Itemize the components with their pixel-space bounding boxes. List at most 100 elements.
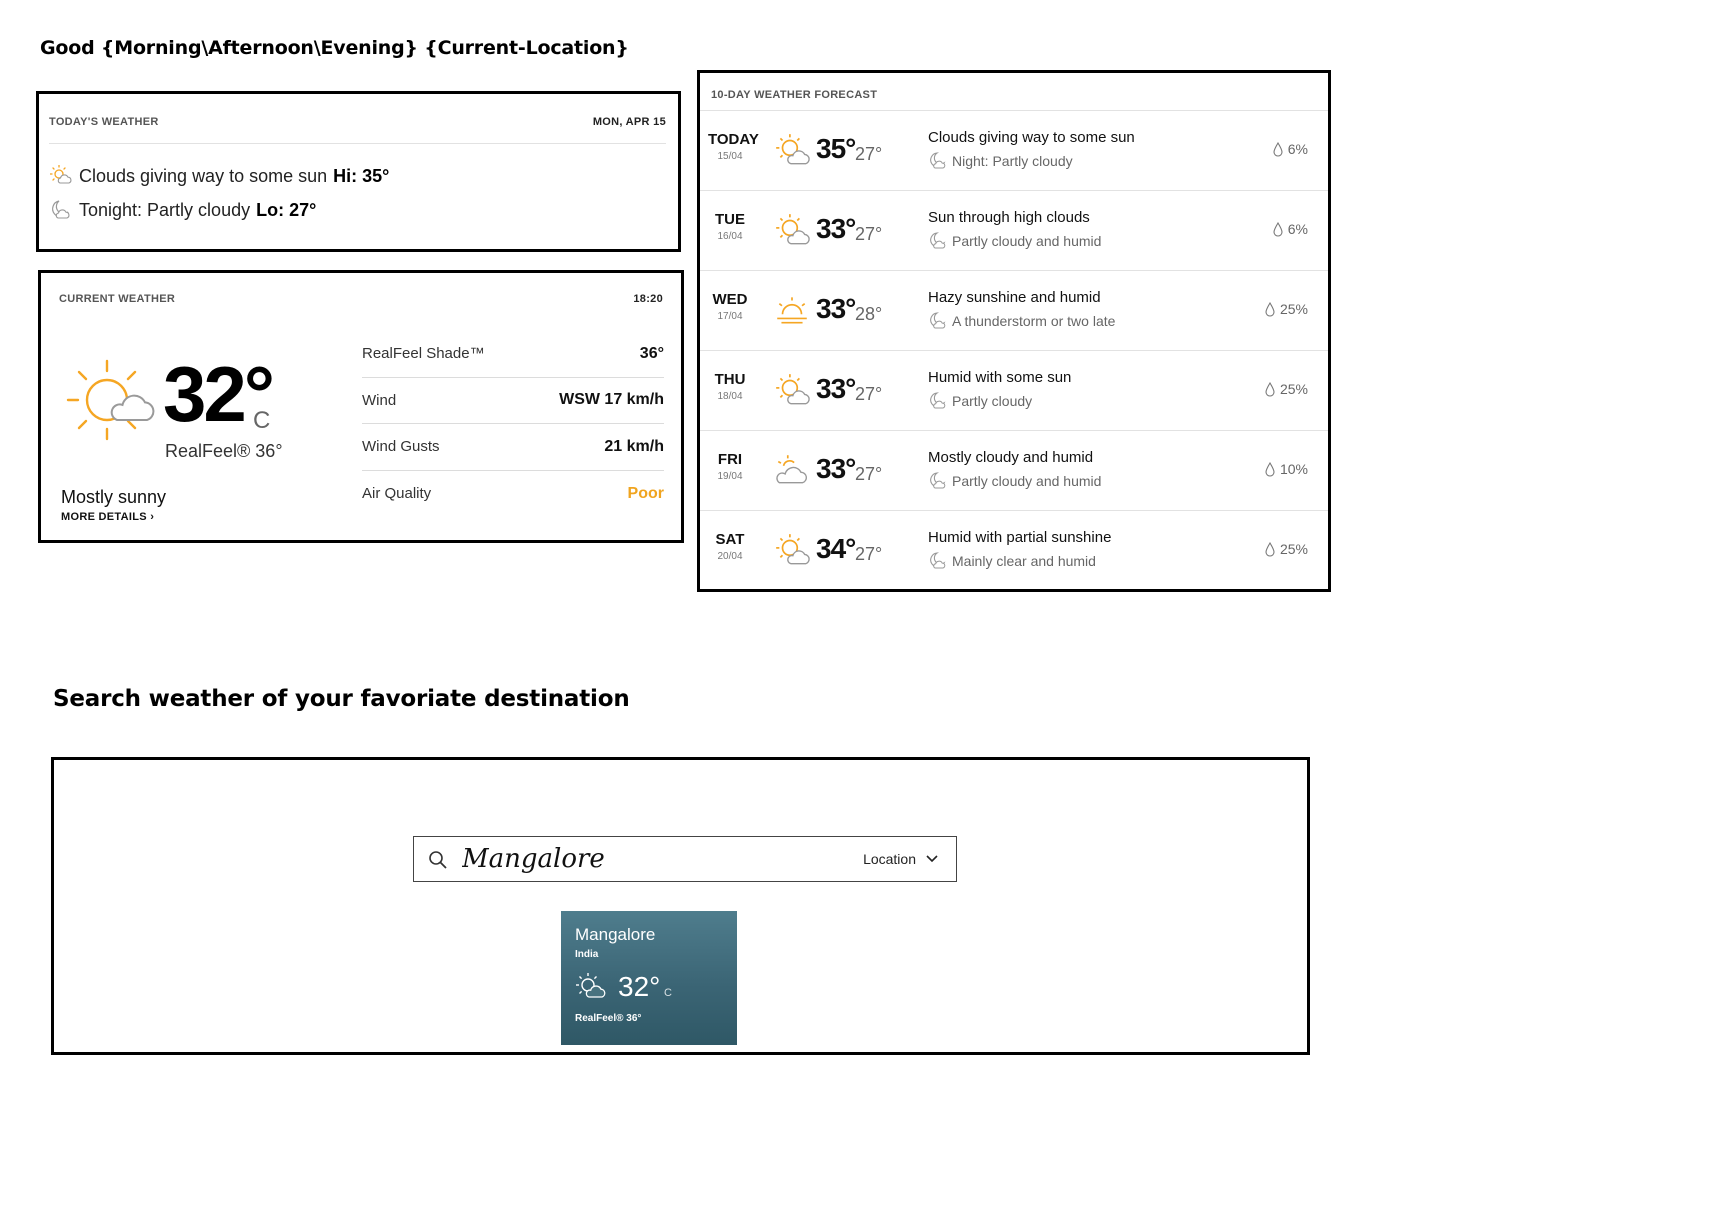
detail-label: RealFeel Shade™ [362,345,485,363]
result-realfeel: RealFeel® 36° [575,1013,642,1024]
cloud-sun-icon [776,455,807,484]
forecast-row[interactable]: FRI 19/04 33° 27° Mostly cloudy and humid Par… [700,430,1328,510]
realfeel-value: RealFeel® 36° [165,441,283,461]
search-section: Location Mangalore India 32° C RealFeel®… [51,757,1310,1055]
detail-row-air-quality[interactable]: Air Quality Poor [362,471,664,518]
raindrop-icon [1265,381,1275,397]
forecast-night-phrase: Partly cloudy and humid [952,233,1102,249]
raindrop-icon [1273,141,1283,157]
temperature-unit: C [253,407,271,434]
forecast-low-temp: 27° [855,224,883,244]
sun-cloud-icon [776,534,810,565]
today-hi-temp: Hi: 35° [333,165,390,186]
moon-cloud-icon [930,472,946,489]
today-night-phrase: Tonight: Partly cloudy [79,199,251,220]
moon-cloud-icon [930,232,946,249]
forecast-precip: 6% [1272,221,1308,237]
forecast-night: Partly cloudy and humid [928,471,1101,491]
detail-value: 21 km/h [604,437,664,455]
forecast-phrase: Hazy sunshine and humid [928,289,1101,306]
current-weather-card[interactable]: CURRENT WEATHER 18:20 32° C RealFeel® 36… [38,270,684,543]
greeting-title: Good {Morning\Afternoon\Evening} {Curren… [40,37,629,59]
more-details-link[interactable]: MORE DETAILS › [61,511,154,523]
location-label: Location [863,851,916,867]
forecast-low-temp: 27° [855,544,883,564]
forecast-night-phrase: A thunderstorm or two late [952,313,1116,329]
forecast-card: 10-DAY WEATHER FORECAST TODAY 15/04 35° 27°… [697,70,1331,592]
detail-label: Wind Gusts [362,438,440,456]
forecast-day-name: THU [714,371,746,388]
forecast-high-temp: 33° [816,213,856,244]
forecast-phrase: Clouds giving way to some sun [928,129,1135,146]
forecast-day: FRI 19/04 [708,451,752,482]
forecast-phrase: Humid with partial sunshine [928,529,1112,546]
search-icon [429,851,447,869]
detail-row-realfeel-shade: RealFeel Shade™ 36° [362,331,664,378]
forecast-caption: 10-DAY WEATHER FORECAST [711,89,878,101]
raindrop-icon [1265,541,1275,557]
forecast-date: 18/04 [717,391,743,402]
forecast-row[interactable]: TUE 16/04 33° 27° Sun through high clouds Par… [700,190,1328,270]
forecast-date: 16/04 [717,231,743,242]
detail-value: WSW 17 km/h [559,391,664,409]
sun-cloud-icon [776,374,810,405]
moon-cloud-icon [52,200,70,219]
search-bar[interactable]: Location [413,836,957,882]
forecast-low-temp: 28° [855,304,883,324]
forecast-row[interactable]: WED 17/04 33° 28° Hazy sunshine and humid A t… [700,270,1328,350]
forecast-low-temp: 27° [855,144,883,164]
search-input[interactable] [462,837,842,881]
forecast-precip-value: 25% [1279,301,1308,317]
forecast-date: 17/04 [717,311,743,322]
today-day-forecast: Clouds giving way to some sun Hi: 35° [49,164,389,188]
forecast-precip-value: 6% [1287,141,1308,157]
forecast-precip-value: 6% [1287,221,1308,237]
location-dropdown[interactable]: Location [863,851,938,867]
detail-row-wind-gusts: Wind Gusts 21 km/h [362,424,664,471]
forecast-precip-value: 10% [1279,461,1308,477]
current-phrase: Mostly sunny [61,487,167,507]
forecast-precip-value: 25% [1279,541,1308,557]
forecast-night: Partly cloudy [928,391,1032,411]
forecast-day-name: TODAY [708,131,759,148]
forecast-row[interactable]: SAT 20/04 34° 27° Humid with partial sunshin… [700,510,1328,590]
result-country: India [575,949,599,960]
forecast-high-temp: 33° [816,293,856,324]
moon-cloud-icon [930,552,946,569]
forecast-row[interactable]: THU 18/04 33° 27° Humid with some sun Partly … [700,350,1328,430]
location-result-card[interactable]: Mangalore India 32° C RealFeel® 36° [561,911,737,1045]
today-night-forecast: Tonight: Partly cloudy Lo: 27° [49,198,316,222]
sun-cloud-icon [776,134,810,165]
result-city: Mangalore [575,925,656,944]
sun-cloud-icon [576,973,606,998]
detail-label: Wind [362,391,397,409]
todays-weather-caption: TODAY'S WEATHER [49,116,159,128]
forecast-night: Night: Partly cloudy [928,151,1073,171]
divider [49,143,666,144]
forecast-precip: 25% [1264,381,1308,397]
chevron-down-icon [926,855,938,863]
forecast-phrase: Humid with some sun [928,369,1072,386]
forecast-night-phrase: Partly cloudy [952,393,1033,409]
forecast-night-phrase: Night: Partly cloudy [952,153,1073,169]
forecast-day: THU 18/04 [708,371,752,402]
forecast-row[interactable]: TODAY 15/04 35° 27° Clouds giving way to som… [700,110,1328,190]
today-lo-temp: Lo: 27° [256,199,317,220]
forecast-day: TUE 16/04 [708,211,752,242]
moon-cloud-icon [930,152,946,169]
hazy-sun-icon [777,297,807,324]
raindrop-icon [1273,221,1283,237]
forecast-low-temp: 27° [855,464,883,484]
forecast-phrase: Sun through high clouds [928,209,1090,226]
detail-row-wind: Wind WSW 17 km/h [362,378,664,424]
current-weather-caption: CURRENT WEATHER [59,293,176,305]
current-weather-time: 18:20 [633,293,663,305]
forecast-night: Partly cloudy and humid [928,231,1101,251]
todays-weather-card[interactable]: TODAY'S WEATHER MON, APR 15 Clouds givin… [36,91,681,252]
moon-cloud-icon [930,312,946,329]
sun-cloud-icon [776,214,810,245]
forecast-precip-value: 25% [1279,381,1308,397]
forecast-date: 15/04 [717,151,743,162]
forecast-date: 20/04 [717,551,743,562]
forecast-precip: 25% [1264,301,1308,317]
